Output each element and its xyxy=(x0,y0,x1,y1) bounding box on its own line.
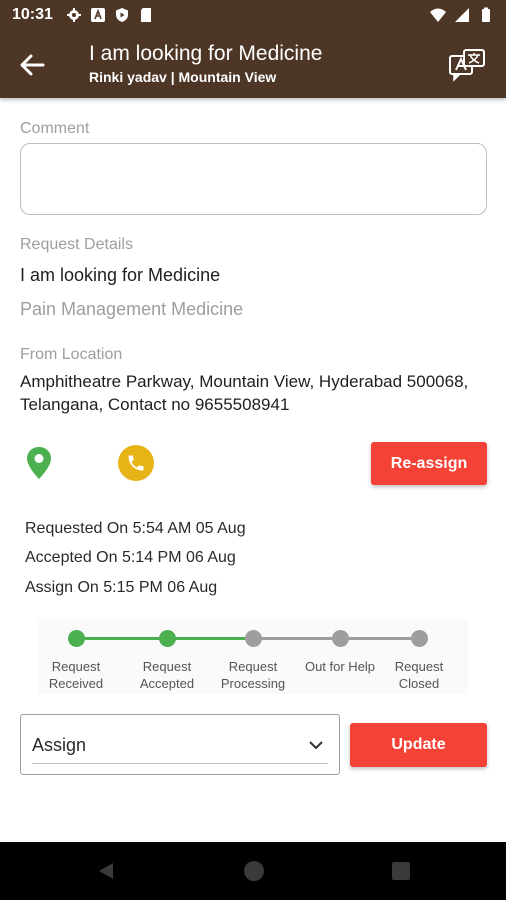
tracker-step-label: Request Received xyxy=(33,658,119,692)
nav-home-icon[interactable] xyxy=(244,861,264,881)
comment-input[interactable] xyxy=(20,143,487,215)
wifi-icon xyxy=(430,8,446,22)
request-category: Pain Management Medicine xyxy=(20,299,244,319)
status-icons-left xyxy=(66,7,154,23)
history-requested: Requested On 5:54 AM 05 Aug xyxy=(25,520,246,537)
nav-recents-icon[interactable] xyxy=(392,862,410,880)
tracker-line xyxy=(253,637,340,640)
tracker-line xyxy=(340,637,419,640)
tracker-step-dot xyxy=(332,630,349,647)
tracker-step-label: Out for Help xyxy=(297,658,383,675)
from-location-label: From Location xyxy=(20,346,123,363)
tracker-step-label-line2: Accepted xyxy=(139,676,195,691)
tracker-step-dot xyxy=(68,630,85,647)
page-subtitle: Rinki yadav | Mountain View xyxy=(89,69,277,85)
tracker-line xyxy=(76,637,167,640)
tracker-step-label-line1: Request xyxy=(51,659,101,674)
update-button[interactable]: Update xyxy=(350,723,487,767)
history-assigned: Assign On 5:15 PM 06 Aug xyxy=(25,579,218,596)
tracker-step-label-line1: Out for Help xyxy=(304,659,376,674)
system-nav-bar xyxy=(0,842,506,900)
tracker-step-dot xyxy=(245,630,262,647)
phone-icon xyxy=(128,455,144,471)
translate-icon[interactable] xyxy=(448,48,486,82)
arrow-back-icon[interactable] xyxy=(16,49,48,81)
tracker-step-label: Request Processing xyxy=(210,658,296,692)
tracker-step-label-line2: Processing xyxy=(220,676,286,691)
request-title: I am looking for Medicine xyxy=(20,265,221,285)
signal-icon xyxy=(455,8,469,22)
select-underline xyxy=(32,763,328,764)
battery-icon xyxy=(482,7,490,22)
map-pin-icon[interactable] xyxy=(24,445,54,481)
history-accepted: Accepted On 5:14 PM 06 Aug xyxy=(25,549,236,566)
status-time: 10:31 xyxy=(12,6,53,23)
status-select[interactable]: Assign xyxy=(20,714,340,775)
status-icons-right xyxy=(430,7,494,23)
tracker-step-label-line1: Request xyxy=(394,659,444,674)
status-select-value: Assign xyxy=(32,735,87,755)
progress-tracker: Request Received Request Accepted Request Pro… xyxy=(38,620,468,694)
tracker-line xyxy=(167,637,253,640)
tracker-step-label: Request Closed xyxy=(376,658,462,692)
tracker-step-label-line2: Closed xyxy=(398,676,440,691)
sd-card-icon xyxy=(141,8,151,22)
a-badge-icon xyxy=(91,8,105,22)
location-address: Amphitheatre Parkway, Mountain View, Hyd… xyxy=(20,372,469,414)
comment-label: Comment xyxy=(20,120,90,137)
call-button[interactable] xyxy=(118,445,154,481)
reassign-button[interactable]: Re-assign xyxy=(371,442,487,485)
gear-icon xyxy=(67,8,81,22)
nav-back-icon[interactable] xyxy=(96,861,116,881)
tracker-step-label-line1: Request xyxy=(142,659,192,674)
tracker-step-label-line2: Received xyxy=(48,676,104,691)
page-title: I am looking for Medicine xyxy=(89,42,323,65)
status-bar: 10:31 xyxy=(0,0,506,32)
tracker-step-dot xyxy=(411,630,428,647)
request-details-label: Request Details xyxy=(20,236,133,253)
tracker-step-dot xyxy=(159,630,176,647)
shield-icon xyxy=(116,8,128,22)
chevron-down-icon xyxy=(309,741,323,750)
app-bar: I am looking for Medicine Rinki yadav | … xyxy=(0,32,506,98)
tracker-step-label: Request Accepted xyxy=(124,658,210,692)
tracker-step-label-line1: Request xyxy=(228,659,278,674)
